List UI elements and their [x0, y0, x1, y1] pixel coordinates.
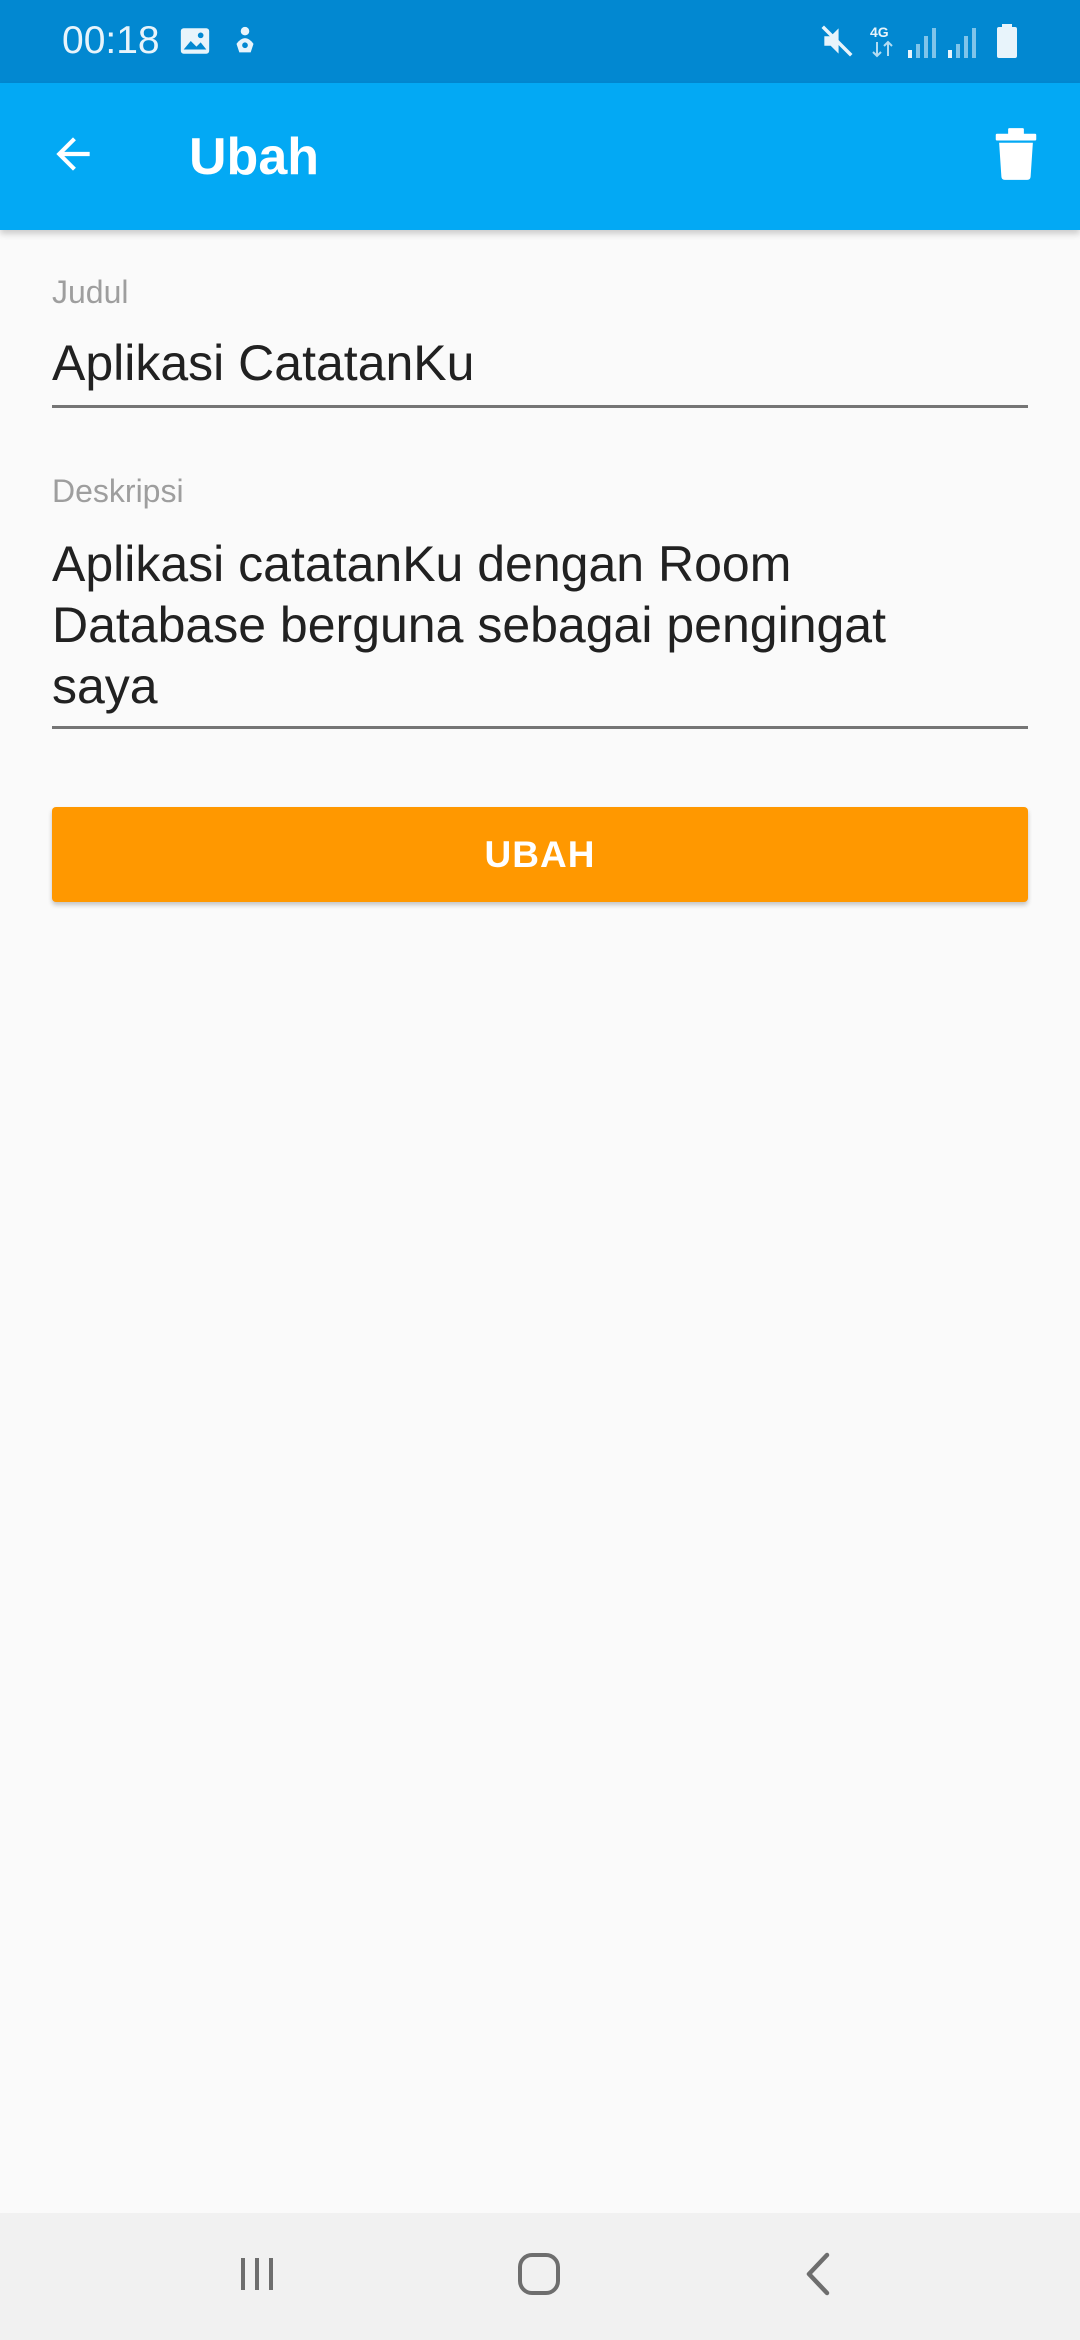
back-button[interactable] — [30, 116, 116, 196]
description-input[interactable]: Aplikasi catatanKu dengan Room Database … — [52, 534, 1028, 729]
edit-note-screen: 00:18 4G Ubah Judul Aplikasi CatatanKu D… — [0, 0, 1080, 2340]
description-label: Deskripsi — [52, 473, 184, 509]
home-icon — [514, 2249, 564, 2304]
update-button-label: UBAH — [484, 833, 596, 875]
home-button[interactable] — [484, 2233, 594, 2319]
recent-apps-button[interactable] — [202, 2233, 312, 2319]
notification-icon — [228, 24, 262, 58]
network-4g-icon: 4G — [868, 22, 898, 60]
trash-icon — [993, 127, 1039, 186]
nav-back-button[interactable] — [764, 2233, 874, 2319]
title-input[interactable]: Aplikasi CatatanKu — [52, 333, 1028, 408]
system-nav-bar — [0, 2213, 1080, 2340]
back-icon — [797, 2249, 841, 2304]
mute-icon — [818, 22, 856, 60]
status-time: 00:18 — [62, 19, 160, 62]
image-icon — [178, 24, 212, 58]
signal-icon — [944, 22, 980, 60]
app-bar: Ubah — [0, 83, 1080, 230]
update-button[interactable]: UBAH — [52, 807, 1028, 902]
status-bar: 00:18 4G — [0, 0, 1080, 83]
arrow-back-icon — [48, 129, 98, 184]
page-title: Ubah — [189, 128, 319, 186]
battery-icon — [994, 22, 1020, 60]
network-label: 4G — [870, 24, 889, 40]
recent-apps-icon — [235, 2252, 279, 2301]
delete-button[interactable] — [976, 116, 1056, 196]
title-label: Judul — [52, 274, 129, 310]
signal-icon — [904, 22, 940, 60]
